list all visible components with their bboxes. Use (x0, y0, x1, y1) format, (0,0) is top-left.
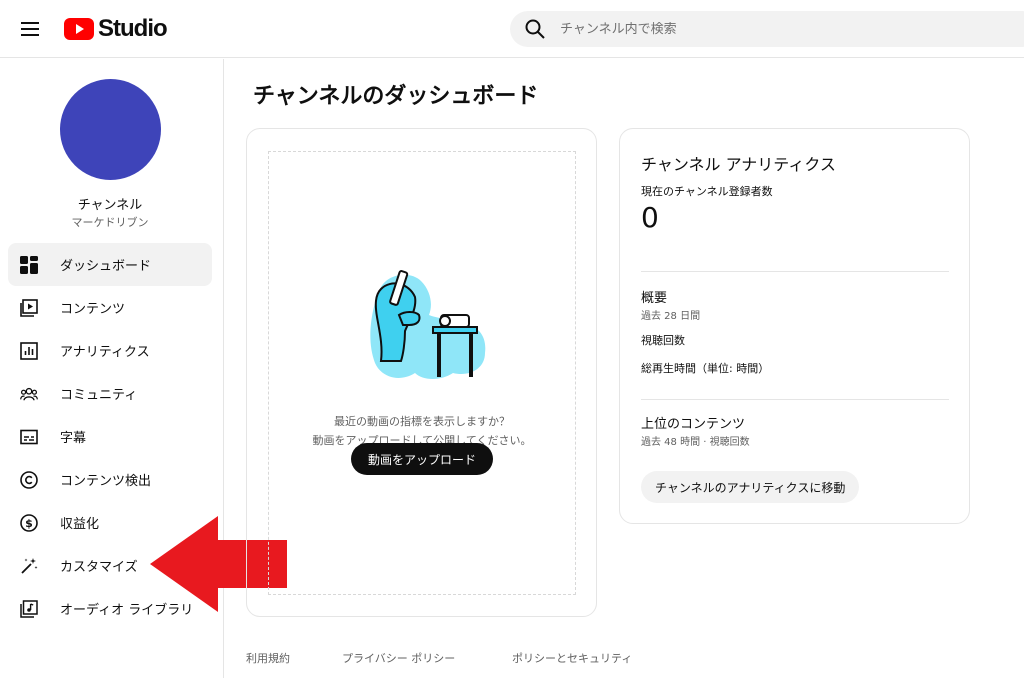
footer-link-policy-security[interactable]: ポリシーとセキュリティ (512, 650, 632, 666)
analytics-card-title: チャンネル アナリティクス (641, 155, 836, 174)
footer-link-terms[interactable]: 利用規約 (246, 650, 290, 666)
sidebar-item-community[interactable]: コミュニティ (8, 372, 212, 415)
top-content-title: 上位のコンテンツ (641, 417, 746, 432)
divider (641, 271, 949, 272)
upload-card: 最近の動画の指標を表示しますか？ 動画をアップロードして公開してください。 動画… (246, 128, 597, 617)
sidebar-item-dashboard[interactable]: ダッシュボード (8, 243, 212, 286)
page-title: チャンネルのダッシュボード (253, 84, 539, 109)
footer-link-privacy[interactable]: プライバシー ポリシー (342, 650, 455, 666)
summary-title: 概要 (641, 291, 668, 306)
customize-wand-icon (20, 557, 38, 575)
top-content-period: 過去 48 時間 · 視聴回数 (641, 437, 750, 448)
logo-text: Studio (98, 15, 168, 42)
sidebar-item-content[interactable]: コンテンツ (8, 286, 212, 329)
sidebar-item-label: カスタマイズ (60, 560, 138, 575)
svg-text:$: $ (25, 517, 33, 530)
sidebar-item-label: 収益化 (60, 517, 100, 532)
subscribers-count: 0 (641, 201, 659, 234)
sidebar-item-label: 字幕 (60, 431, 87, 446)
sidebar-item-analytics[interactable]: アナリティクス (8, 329, 212, 372)
audio-library-icon (20, 599, 38, 618)
subtitles-icon (20, 428, 38, 446)
sidebar-item-label: コミュニティ (60, 388, 138, 403)
content-icon (20, 298, 38, 317)
search-bar[interactable] (510, 11, 1024, 47)
channel-avatar[interactable] (60, 79, 161, 180)
search-input[interactable] (560, 21, 980, 37)
sidebar-item-label: ダッシュボード (60, 259, 152, 274)
youtube-play-icon (64, 18, 94, 40)
sidebar-item-label: コンテンツ検出 (60, 474, 152, 489)
channel-handle: マーケドリブン (71, 216, 149, 229)
dashboard-icon (20, 255, 38, 274)
top-bar: Studio (0, 0, 1024, 58)
sidebar-item-subtitles[interactable]: 字幕 (8, 415, 212, 458)
channel-analytics-card: チャンネル アナリティクス 現在のチャンネル登録者数 0 概要 過去 28 日間… (619, 128, 970, 524)
upload-message-line1: 最近の動画の指標を表示しますか？ (334, 415, 510, 428)
channel-name: チャンネル (77, 198, 143, 213)
hamburger-menu-icon[interactable] (14, 14, 46, 44)
youtube-studio-logo[interactable]: Studio (64, 14, 168, 44)
watch-time-label: 総再生時間（単位: 時間） (641, 362, 770, 375)
upload-illustration-icon (370, 270, 486, 379)
sidebar-item-label: コンテンツ (60, 302, 126, 317)
subscribers-label: 現在のチャンネル登録者数 (641, 185, 773, 198)
upload-video-button[interactable]: 動画をアップロード (351, 443, 493, 475)
upload-dropzone: 最近の動画の指標を表示しますか？ 動画をアップロードして公開してください。 動画… (268, 151, 576, 595)
monetization-icon: $ (20, 513, 38, 532)
copyright-icon (20, 470, 38, 489)
divider (641, 399, 949, 400)
community-icon (20, 385, 38, 403)
summary-period: 過去 28 日間 (641, 311, 701, 322)
sidebar-item-content-detection[interactable]: コンテンツ検出 (8, 458, 212, 501)
search-icon[interactable] (524, 18, 546, 40)
views-label: 視聴回数 (641, 334, 685, 347)
go-to-analytics-button[interactable]: チャンネルのアナリティクスに移動 (641, 471, 860, 503)
analytics-icon (20, 341, 38, 360)
sidebar-item-label: アナリティクス (60, 345, 150, 360)
